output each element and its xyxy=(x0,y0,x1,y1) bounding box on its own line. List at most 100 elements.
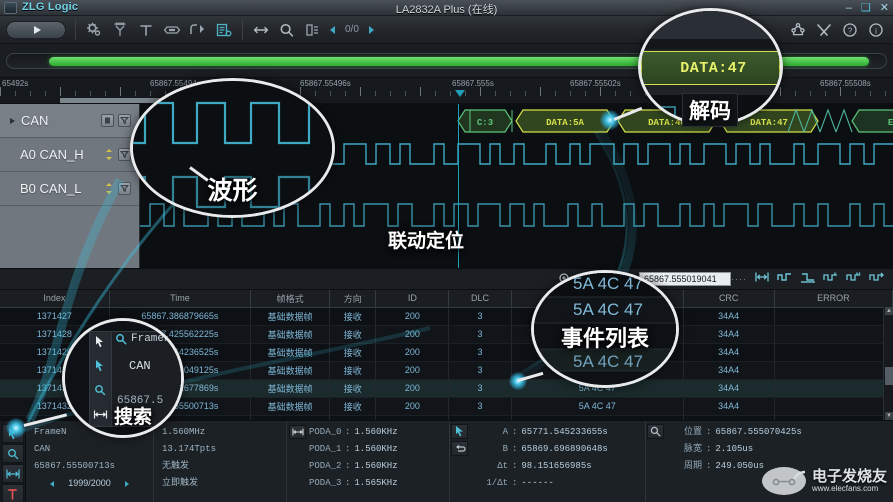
svg-text:DATA:47: DATA:47 xyxy=(750,118,788,128)
measure-width-icon[interactable] xyxy=(248,19,274,41)
next-frame-icon[interactable] xyxy=(124,480,129,487)
info-icon[interactable]: i xyxy=(863,19,889,41)
scroll-thumb[interactable] xyxy=(885,367,893,385)
share-icon[interactable] xyxy=(785,19,811,41)
bus-decode-icon[interactable] xyxy=(159,19,185,41)
search-field-row[interactable]: FrameN xyxy=(115,333,171,345)
status-pager[interactable]: 1999/2000 xyxy=(34,475,145,492)
channel-filter-icon[interactable] xyxy=(118,114,131,127)
link-cursor-icon[interactable] xyxy=(451,441,468,456)
trigger-tool-icon[interactable] xyxy=(1,484,24,502)
callout-waveform: 波形 xyxy=(130,78,335,218)
goto-start-icon[interactable] xyxy=(754,270,770,288)
settings-icon[interactable] xyxy=(81,19,107,41)
select-tool-icon[interactable] xyxy=(91,333,109,351)
measure-range-icon[interactable] xyxy=(289,425,306,439)
prev-frame-icon[interactable] xyxy=(50,480,55,487)
channel-row-b0-can-l[interactable]: B0 CAN_L xyxy=(0,172,139,206)
edge-icon[interactable] xyxy=(185,19,211,41)
bit-view-icon[interactable] xyxy=(300,19,326,41)
period-measure-icon[interactable] xyxy=(869,270,885,288)
channel-config-icon[interactable] xyxy=(101,114,114,127)
ruler-tick xyxy=(885,91,886,96)
table-cell-crc: 34A4 xyxy=(683,307,775,326)
position-key: 位置 xyxy=(683,427,702,437)
channel-level-icon[interactable] xyxy=(104,183,113,194)
table-scrollbar[interactable]: ▲ ▼ xyxy=(883,307,893,420)
ruler-tick xyxy=(795,91,796,96)
tools-icon[interactable] xyxy=(811,19,837,41)
table-cell-id: 200 xyxy=(375,397,450,416)
pulse-icon[interactable] xyxy=(777,270,793,288)
table-header-cell[interactable]: ID xyxy=(375,290,450,308)
table-header-cell[interactable]: Time xyxy=(109,290,252,308)
table-cell-dir: 接收 xyxy=(329,343,377,362)
table-header-cell[interactable]: Index xyxy=(0,290,110,308)
minimize-icon[interactable]: – xyxy=(846,2,852,14)
search-tool-icon[interactable] xyxy=(91,381,109,399)
measure-tool-icon[interactable] xyxy=(1,464,24,483)
ruler-tick xyxy=(540,87,541,96)
table-header-cell[interactable]: DLC xyxy=(448,290,512,308)
close-icon[interactable]: ✕ xyxy=(880,2,889,14)
cursor-a-icon[interactable] xyxy=(451,424,468,439)
scroll-up-icon[interactable]: ▲ xyxy=(885,307,893,315)
cursor-sep: : xyxy=(512,461,518,471)
cursor-key: A xyxy=(502,427,508,437)
status-trigger-now[interactable]: 立即触发 xyxy=(162,475,278,492)
help-icon[interactable]: ? xyxy=(837,19,863,41)
rise-measure-icon[interactable] xyxy=(823,270,839,288)
table-cell-fmt: 基础数据帧 xyxy=(250,379,330,398)
ruler-tick xyxy=(330,91,331,96)
table-cell-err xyxy=(774,325,893,344)
ruler-tick xyxy=(810,91,811,96)
search-item-label[interactable]: CAN xyxy=(129,359,151,373)
ruler-tick xyxy=(90,91,91,96)
scroll-down-icon[interactable]: ▼ xyxy=(885,412,893,420)
toolbar-separator xyxy=(75,19,76,40)
table-header-cell[interactable]: CRC xyxy=(683,290,775,308)
table-header-cell[interactable]: 帧格式 xyxy=(250,290,330,308)
callout-decode-label: 解码 xyxy=(689,100,731,123)
falling-edge-icon[interactable] xyxy=(800,270,816,288)
status-col-freq: PODA_0:1.560KHz PODA_1:1.560KHz PODA_2:1… xyxy=(287,421,450,502)
pointer-position-icon[interactable] xyxy=(647,424,664,439)
text-marker-icon[interactable] xyxy=(133,19,159,41)
page-indicator: 0/0 xyxy=(345,24,359,35)
zoom-search-icon[interactable] xyxy=(274,19,300,41)
channel-row-can-group[interactable]: CAN xyxy=(0,104,139,138)
freq-value: 1.560KHz xyxy=(354,427,398,437)
table-header-cell[interactable]: ERROR xyxy=(774,290,893,308)
maximize-icon[interactable]: ❑ xyxy=(861,2,871,14)
window-title: LA2832A Plus (在线) xyxy=(395,4,498,16)
export-report-icon[interactable] xyxy=(211,19,237,41)
ruler-tick xyxy=(555,91,556,96)
channel-level-icon[interactable] xyxy=(104,149,113,160)
play-icon xyxy=(33,25,41,34)
pointer-tool-icon[interactable] xyxy=(91,357,109,375)
fall-measure-icon[interactable] xyxy=(846,270,862,288)
table-cell-id: 200 xyxy=(375,325,450,344)
zoom-tool-icon[interactable] xyxy=(1,444,24,463)
callout-link-locate-label: 联动定位 xyxy=(388,231,465,252)
table-header-cell[interactable]: 方向 xyxy=(329,290,377,308)
table-cell-dir: 接收 xyxy=(329,397,377,416)
table-cell-crc: 34A4 xyxy=(683,325,775,344)
next-page-icon[interactable] xyxy=(368,25,374,34)
cursor-sep: : xyxy=(512,444,518,454)
channel-filter-icon[interactable] xyxy=(118,182,131,195)
ruler-tick xyxy=(630,91,631,96)
prev-page-icon[interactable] xyxy=(330,25,335,34)
freq-row: PODA_3:1.565KHz xyxy=(309,475,441,492)
expand-icon[interactable] xyxy=(10,117,15,124)
trigger-marker-icon[interactable] xyxy=(455,90,465,97)
window-controls: – ❑ ✕ xyxy=(846,0,889,16)
channel-row-a0-can-h[interactable]: A0 CAN_H xyxy=(0,138,139,172)
run-button[interactable] xyxy=(6,20,66,39)
freq-key: PODA_1 xyxy=(309,444,342,454)
trigger-filter-icon[interactable] xyxy=(107,19,133,41)
freq-sep: : xyxy=(345,427,351,437)
ruler-tick xyxy=(435,91,436,96)
ruler-tick xyxy=(870,91,871,96)
table-cell-dlc: 3 xyxy=(448,325,512,344)
